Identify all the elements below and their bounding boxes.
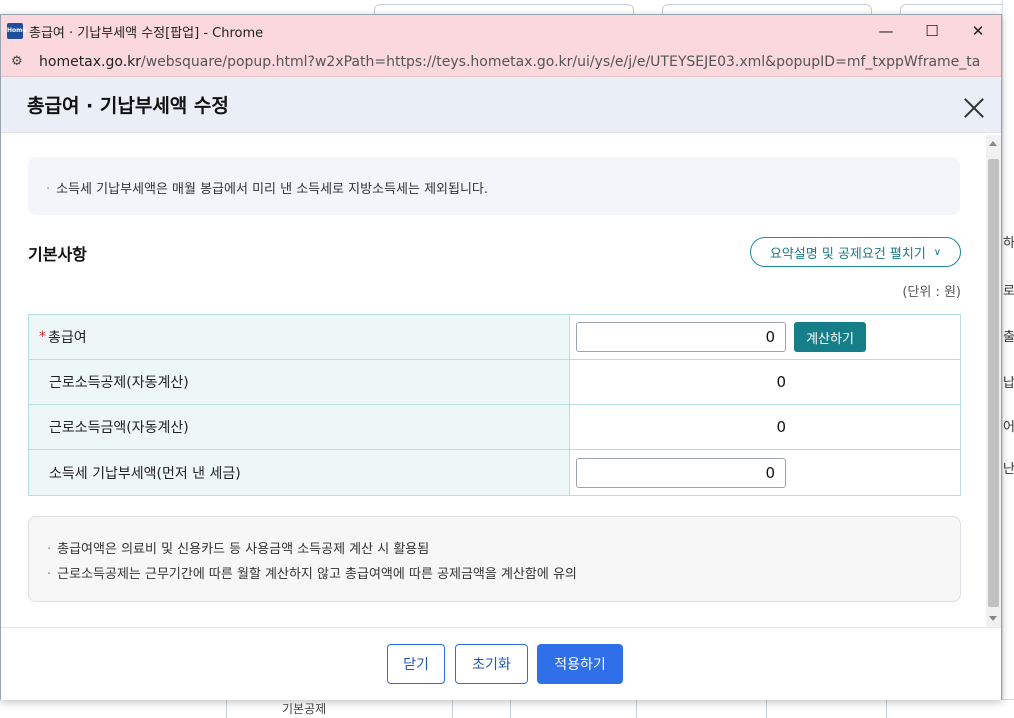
earned-income-deduction-label: 근로소득공제(자동계산): [49, 375, 189, 391]
prepaid-tax-label: 소득세 기납부세액(먼저 낸 세금): [49, 465, 241, 482]
background-divider: [766, 700, 767, 718]
scroll-up-icon[interactable]: [989, 141, 997, 146]
earned-income-amount-value: 0: [776, 418, 786, 436]
background-text: 납: [1003, 376, 1014, 391]
section-title: 기본사항: [28, 245, 87, 264]
form-row-earned-income-deduction: 근로소득공제(자동계산) 0: [29, 360, 960, 405]
row-value-cell: 0: [570, 405, 960, 449]
row-label-cell: 근로소득공제(자동계산): [29, 360, 570, 404]
popup-title: 총급여 · 기납부세액 수정: [27, 95, 229, 117]
reset-button[interactable]: 초기화: [455, 644, 528, 684]
info-text: 총급여액은 의료비 및 신용카드 등 사용금액 소득공제 계산 시 활용됨: [47, 538, 429, 557]
popup-content: 소득세 기납부세액은 매월 봉급에서 미리 낸 소득세로 지방소득세는 제외됩니…: [1, 135, 987, 627]
row-value-cell: 0: [570, 360, 960, 404]
popup-header: 총급여 · 기납부세액 수정: [1, 77, 1001, 133]
background-right-strip: 하 로 출 납 어 난: [1002, 0, 1014, 718]
url-host: hometax.go.kr: [39, 53, 142, 70]
row-label-cell: 소득세 기납부세액(먼저 낸 세금): [29, 450, 570, 495]
earned-income-deduction-value: 0: [776, 373, 786, 391]
popup-footer: 닫기 초기화 적용하기: [1, 627, 1001, 700]
background-text: 난: [1003, 462, 1014, 477]
notice-text: 소득세 기납부세액은 매월 봉급에서 미리 낸 소득세로 지방소득세는 제외됩니…: [46, 178, 488, 197]
background-text: 하: [1003, 236, 1014, 251]
close-button[interactable]: 닫기: [387, 644, 445, 684]
window-title: 총급여 · 기납부세액 수정[팝업] - Chrome: [29, 25, 264, 41]
popup-close-icon[interactable]: [961, 95, 987, 121]
background-text: 로: [1003, 284, 1014, 299]
total-salary-input[interactable]: [576, 322, 786, 352]
expand-summary-label: 요약설명 및 공제요건 펼치기: [769, 246, 926, 262]
row-value-cell: [570, 450, 960, 495]
window-close-icon[interactable]: ✕: [955, 15, 1001, 47]
background-divider: [636, 700, 637, 718]
address-bar[interactable]: ⚙ hometax.go.kr/websquare/popup.html?w2x…: [1, 47, 1001, 77]
form-row-earned-income-amount: 근로소득금액(자동계산) 0: [29, 405, 960, 450]
hometax-icon: Home: [7, 23, 26, 39]
info-text: 근로소득공제는 근무기간에 따른 월할 계산하지 않고 총급여액에 따른 공제금…: [47, 563, 577, 582]
background-text: 출: [1003, 330, 1014, 345]
unit-label: (단위 : 원): [902, 285, 961, 300]
expand-summary-button[interactable]: 요약설명 및 공제요건 펼치기 ∨: [750, 237, 961, 267]
window-titlebar: Home 총급여 · 기납부세액 수정[팝업] - Chrome — ☐ ✕: [1, 15, 1001, 47]
row-value-cell: 계산하기: [570, 315, 960, 359]
background-label: 기본공제: [282, 702, 327, 716]
form-row-prepaid-tax: 소득세 기납부세액(먼저 낸 세금): [29, 450, 960, 495]
background-divider: [226, 700, 227, 718]
site-settings-icon[interactable]: ⚙: [11, 54, 27, 70]
calculate-button[interactable]: 계산하기: [794, 322, 866, 352]
popup-window: Home 총급여 · 기납부세액 수정[팝업] - Chrome — ☐ ✕ ⚙…: [0, 14, 1002, 700]
earned-income-amount-label: 근로소득금액(자동계산): [49, 420, 189, 436]
scroll-down-icon[interactable]: [989, 616, 997, 621]
apply-button[interactable]: 적용하기: [537, 644, 623, 684]
info-box: 총급여액은 의료비 및 신용카드 등 사용금액 소득공제 계산 시 활용됨 근로…: [28, 516, 961, 602]
background-divider: [452, 700, 453, 718]
maximize-icon[interactable]: ☐: [909, 15, 955, 47]
vertical-scrollbar[interactable]: [986, 135, 1001, 627]
background-text: 어: [1003, 420, 1014, 435]
row-label-cell: * 총급여: [29, 315, 570, 359]
total-salary-label: 총급여: [48, 330, 87, 346]
minimize-icon[interactable]: —: [863, 15, 909, 47]
url-text[interactable]: hometax.go.kr/websquare/popup.html?w2xPa…: [39, 54, 979, 70]
prepaid-tax-input[interactable]: [576, 457, 786, 488]
background-divider: [510, 700, 511, 718]
background-divider: [886, 700, 887, 718]
required-mark: *: [39, 329, 46, 345]
form-table: * 총급여 계산하기 근로소득공제(자동계산) 0 근로소득금액(자동계산) 0…: [28, 314, 961, 496]
chevron-down-icon: ∨: [933, 246, 942, 258]
url-path: /websquare/popup.html?w2xPath=https://te…: [141, 53, 979, 70]
form-row-total-salary: * 총급여 계산하기: [29, 315, 960, 360]
window-controls: — ☐ ✕: [863, 15, 1001, 47]
notice-box: 소득세 기납부세액은 매월 봉급에서 미리 낸 소득세로 지방소득세는 제외됩니…: [28, 157, 960, 215]
scrollbar-thumb[interactable]: [988, 159, 999, 607]
row-label-cell: 근로소득금액(자동계산): [29, 405, 570, 449]
background-table-edge: 기본공제: [0, 699, 1014, 718]
